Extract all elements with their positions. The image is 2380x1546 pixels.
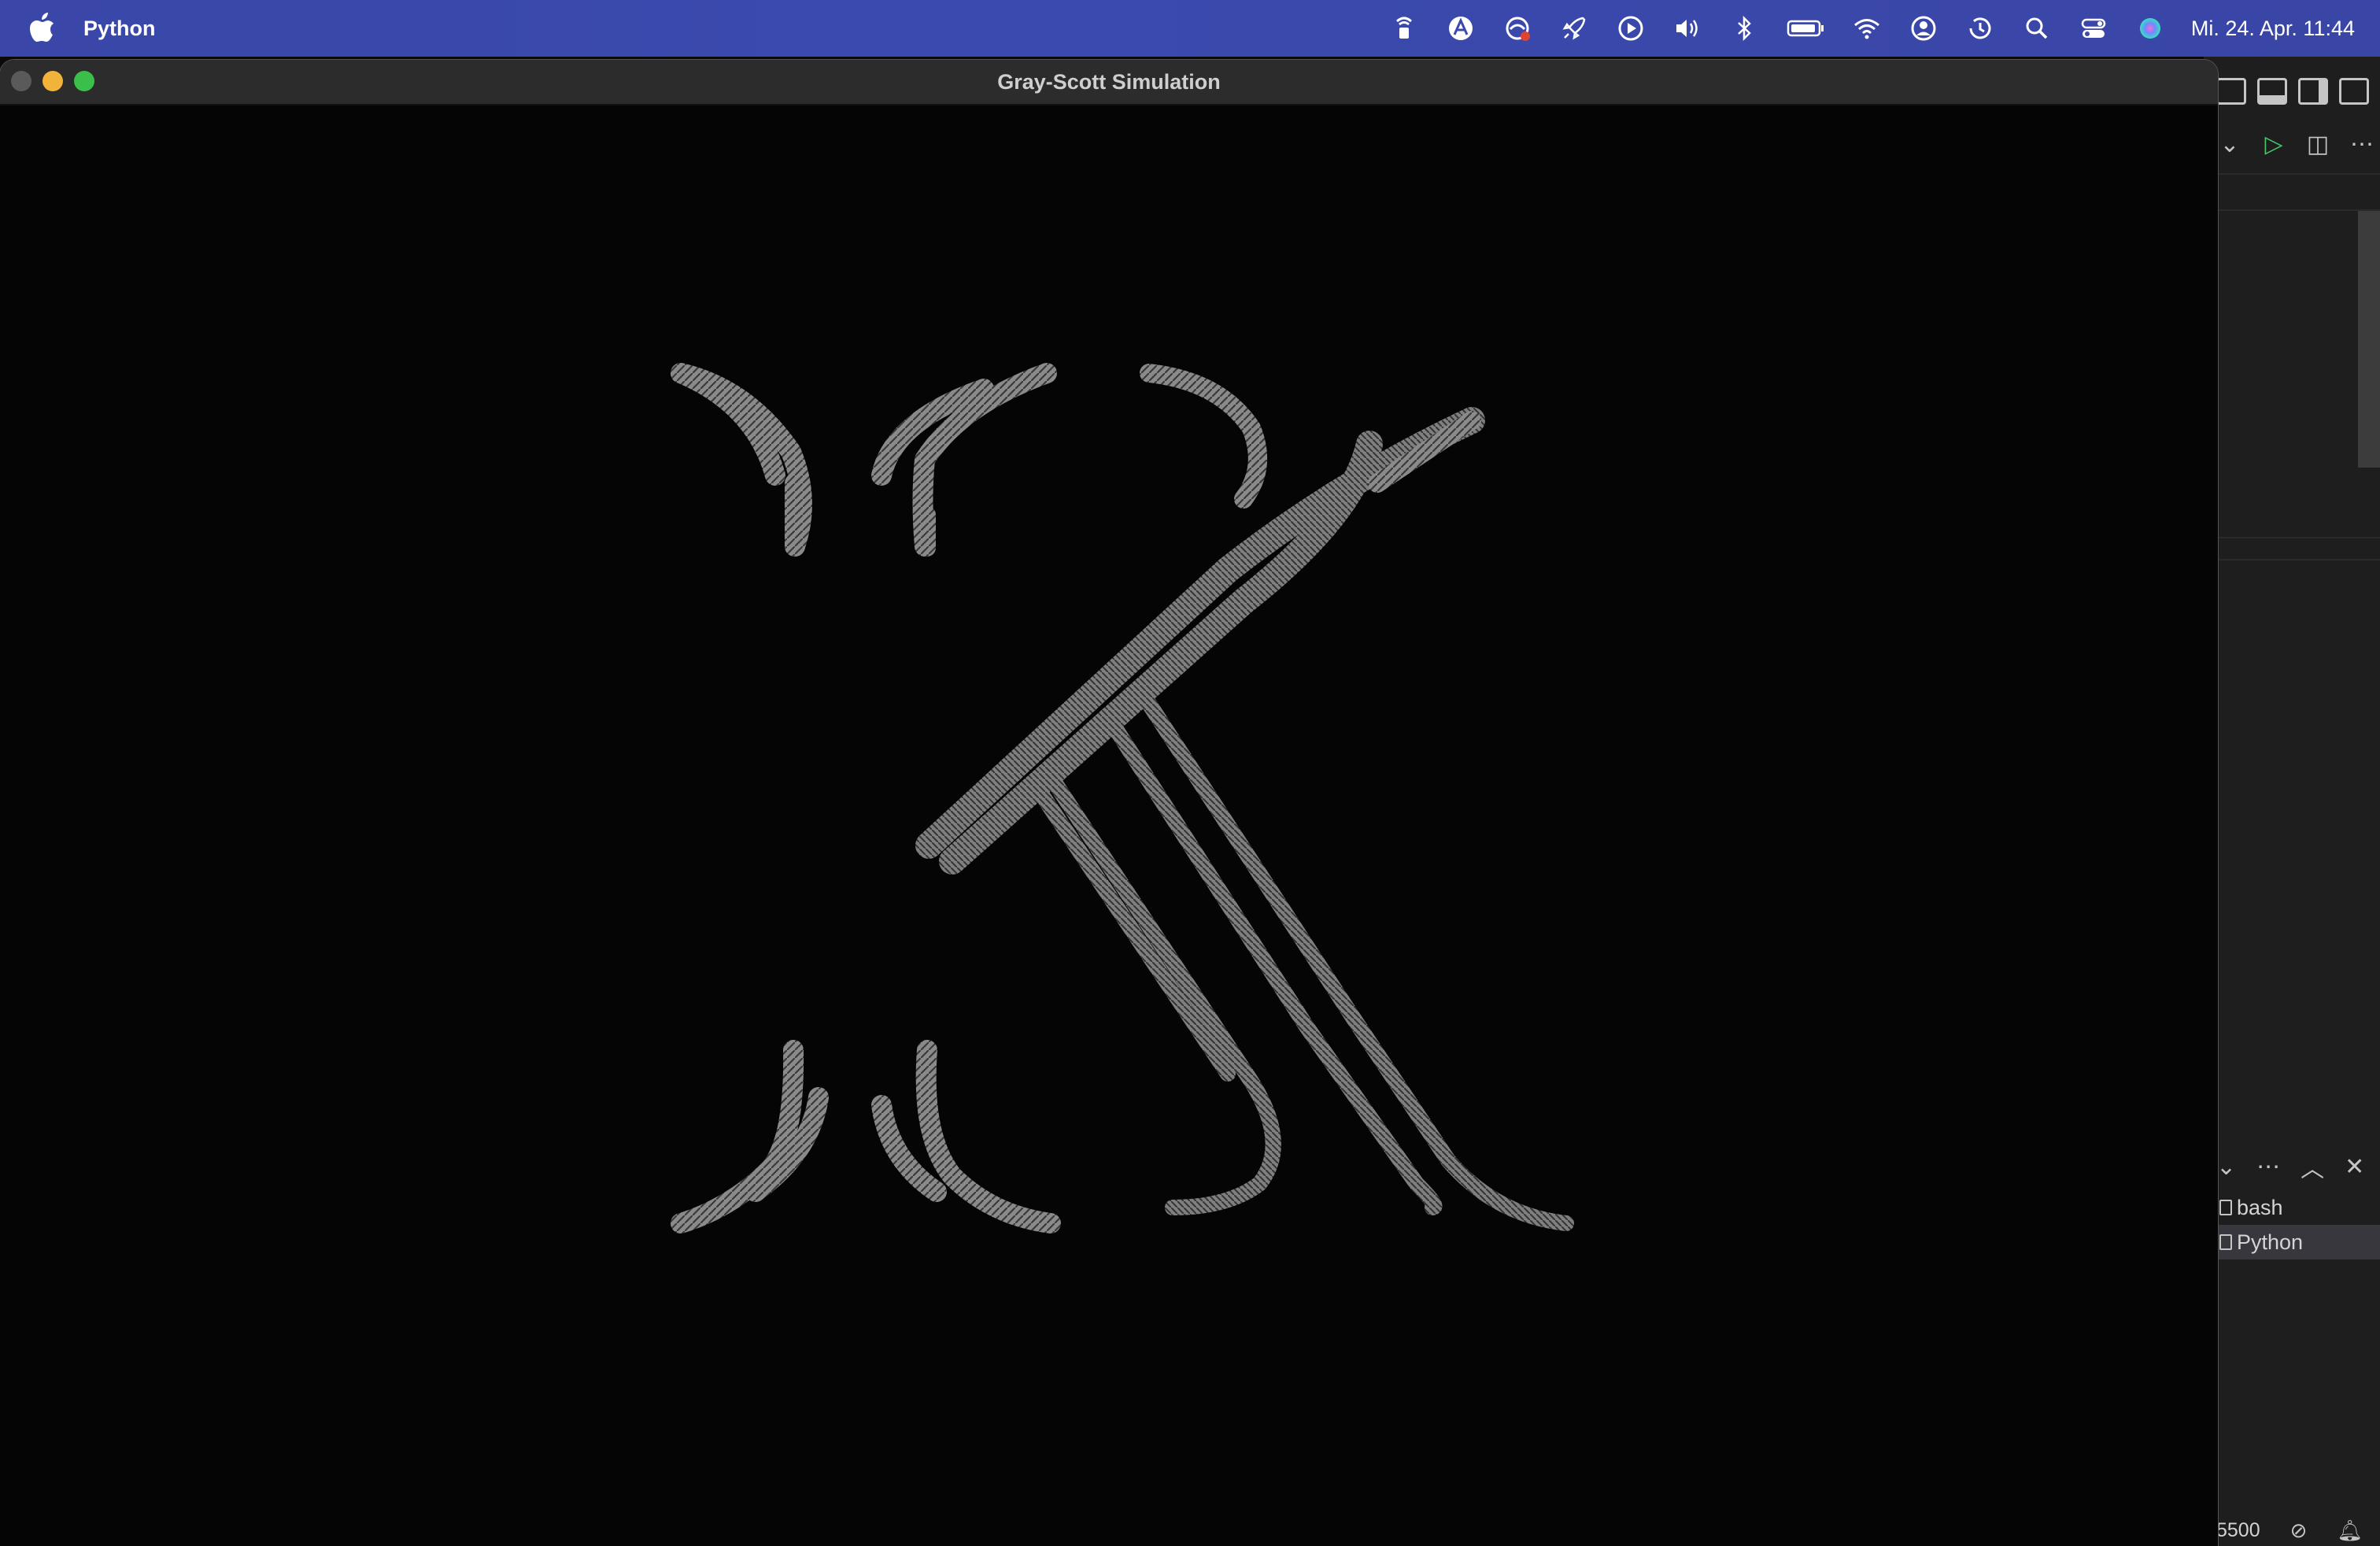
simulation-canvas[interactable]	[0, 105, 2218, 1546]
layout-toggles	[2216, 76, 2369, 107]
status-area: Mi. 24. Apr. 11:44	[1376, 0, 2355, 57]
chevron-down-icon[interactable]: ⌄	[2216, 131, 2243, 158]
run-python-icon[interactable]: ▷	[2260, 131, 2287, 158]
battery-icon[interactable]	[1786, 13, 1825, 43]
panel-header: ⌄ ⋯ ︿ ✕	[2216, 1149, 2364, 1184]
terminal-item-python[interactable]: Python	[2204, 1225, 2380, 1259]
notifications-icon[interactable]: 🔔︎	[2337, 1518, 2363, 1543]
more-actions-icon[interactable]: ⋯	[2349, 131, 2375, 158]
siri-icon[interactable]	[2135, 13, 2165, 43]
bluetooth-icon[interactable]	[1729, 13, 1759, 43]
active-app-name[interactable]: Python	[83, 0, 156, 57]
status-bar: 5500 ⊘ 🔔︎	[2204, 1515, 2380, 1546]
editor-divider	[2204, 173, 2380, 175]
menu-bar: Python Mi. 24. Apr. 11:44	[0, 0, 2380, 57]
control-center-icon[interactable]	[2079, 13, 2108, 43]
apple-menu-icon[interactable]	[28, 13, 55, 44]
gray-scott-pattern	[671, 363, 1574, 1233]
spotlight-search-icon[interactable]	[2022, 13, 2052, 43]
editor-divider	[2204, 537, 2380, 538]
wifi-icon[interactable]	[1852, 13, 1882, 43]
pattern-curl-top-left	[671, 363, 1057, 557]
chevron-down-icon[interactable]: ⌄	[2216, 1153, 2236, 1181]
airdrop-lock-icon[interactable]	[1389, 13, 1419, 43]
cloud-sync-icon[interactable]	[1502, 13, 1532, 43]
volume-icon[interactable]	[1672, 13, 1702, 43]
editor-divider	[2204, 209, 2380, 211]
terminal-icon	[2219, 1200, 2232, 1215]
pattern-diagonal-strokes	[1031, 696, 1574, 1231]
user-icon[interactable]	[1909, 13, 1938, 43]
terminal-icon	[2219, 1234, 2232, 1250]
window-title: Gray-Scott Simulation	[997, 70, 1221, 94]
menubar-clock[interactable]: Mi. 24. Apr. 11:44	[2191, 17, 2355, 41]
play-icon[interactable]	[1616, 13, 1646, 43]
pattern-tail-top	[785, 506, 936, 557]
close-panel-icon[interactable]: ✕	[2345, 1153, 2364, 1181]
editor-actions: ⌄ ▷ ◫ ⋯	[2216, 131, 2375, 158]
editor-scrollbar[interactable]	[2358, 211, 2380, 468]
pattern-curl-bottom-left	[671, 1040, 1061, 1233]
window-titlebar[interactable]: Gray-Scott Simulation	[0, 60, 2218, 105]
toggle-sidebar-icon[interactable]	[2216, 78, 2246, 105]
terminal-label: Python	[2237, 1230, 2304, 1254]
terminal-label: bash	[2237, 1196, 2283, 1219]
simulation-window: Gray-Scott Simulation	[0, 60, 2218, 1546]
toggle-panel-icon[interactable]	[2257, 78, 2287, 105]
editor-background	[2204, 57, 2380, 1546]
copilot-off-icon[interactable]: ⊘	[2290, 1518, 2308, 1543]
terminal-list: bash Python	[2204, 1190, 2380, 1259]
toggle-secondary-sidebar-icon[interactable]	[2298, 78, 2328, 105]
split-editor-icon[interactable]: ◫	[2304, 131, 2331, 158]
editor-divider	[2204, 559, 2380, 560]
alt-app-icon[interactable]	[1446, 13, 1476, 43]
maximize-panel-icon[interactable]: ︿	[2301, 1149, 2324, 1184]
terminal-item-bash[interactable]: bash	[2204, 1190, 2380, 1225]
rocket-icon[interactable]	[1559, 13, 1589, 43]
live-server-port[interactable]: 5500	[2216, 1519, 2260, 1542]
more-actions-icon[interactable]: ⋯	[2256, 1153, 2280, 1181]
time-machine-icon[interactable]	[1965, 13, 1995, 43]
customize-layout-icon[interactable]	[2339, 78, 2369, 105]
